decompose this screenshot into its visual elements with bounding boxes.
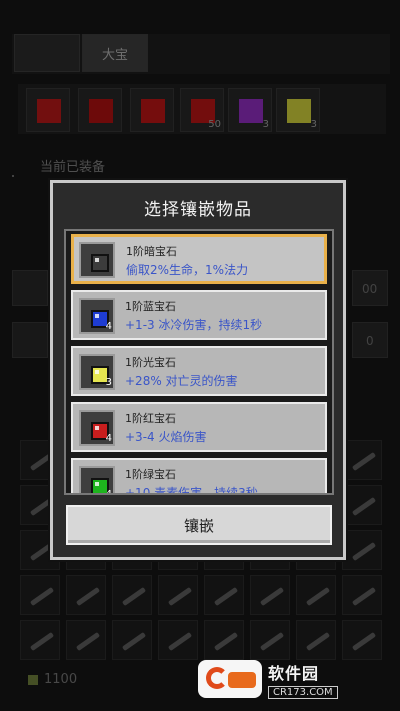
gem-list-item[interactable]: 1阶暗宝石偷取2%生命，1%法力: [71, 234, 327, 284]
inlay-button[interactable]: 镶嵌: [66, 505, 332, 545]
watermark: 软件园 CR173.COM: [198, 657, 384, 701]
gem-effect: +3-4 火焰伤害: [125, 430, 207, 444]
gem-count: 4: [105, 489, 112, 495]
gem-slot-icon: 3: [79, 354, 115, 390]
gem-count: 3: [105, 377, 112, 388]
watermark-main-text: 软件园: [268, 663, 320, 683]
gem-list-item[interactable]: 3 1阶光宝石 +28% 对亡灵的伤害: [71, 346, 327, 396]
gem-name: 1阶绿宝石: [125, 468, 176, 481]
gem-list-item[interactable]: 4 1阶红宝石 +3-4 火焰伤害: [71, 402, 327, 452]
watermark-sub-text: CR173.COM: [268, 685, 338, 699]
gem-list-item[interactable]: 4 1阶绿宝石 +10 毒素伤害，持续3秒: [71, 458, 327, 495]
select-inlay-dialog: 选择镶嵌物品 1阶暗宝石偷取2%生命，1%法力 4 1阶蓝宝石 +1-3 冰冷伤害，持…: [50, 180, 346, 560]
gem-effect: +1-3 冰冷伤害，持续1秒: [125, 318, 263, 332]
watermark-logo-icon: [198, 660, 262, 698]
gem-icon: [91, 254, 109, 272]
gem-slot-icon: 4: [79, 298, 115, 334]
gem-list[interactable]: 1阶暗宝石偷取2%生命，1%法力 4 1阶蓝宝石 +1-3 冰冷伤害，持续1秒 3 1阶光…: [64, 229, 334, 495]
gem-slot-icon: [79, 242, 115, 278]
gem-name: 1阶光宝石: [125, 356, 176, 369]
gem-effect: +10 毒素伤害，持续3秒: [125, 486, 258, 495]
gem-list-item[interactable]: 4 1阶蓝宝石 +1-3 冰冷伤害，持续1秒: [71, 290, 327, 340]
gem-slot-icon: 4: [79, 466, 115, 495]
gem-count: 4: [105, 321, 112, 332]
dialog-title: 选择镶嵌物品: [144, 200, 252, 220]
gem-name: 1阶红宝石: [125, 412, 176, 425]
gem-slot-icon: 4: [79, 410, 115, 446]
gem-count: 4: [105, 433, 112, 444]
gem-name: 1阶暗宝石: [126, 245, 177, 258]
gem-effect: 偷取2%生命，1%法力: [126, 263, 249, 277]
gem-effect: +28% 对亡灵的伤害: [125, 374, 238, 388]
gem-name: 1阶蓝宝石: [125, 300, 176, 313]
